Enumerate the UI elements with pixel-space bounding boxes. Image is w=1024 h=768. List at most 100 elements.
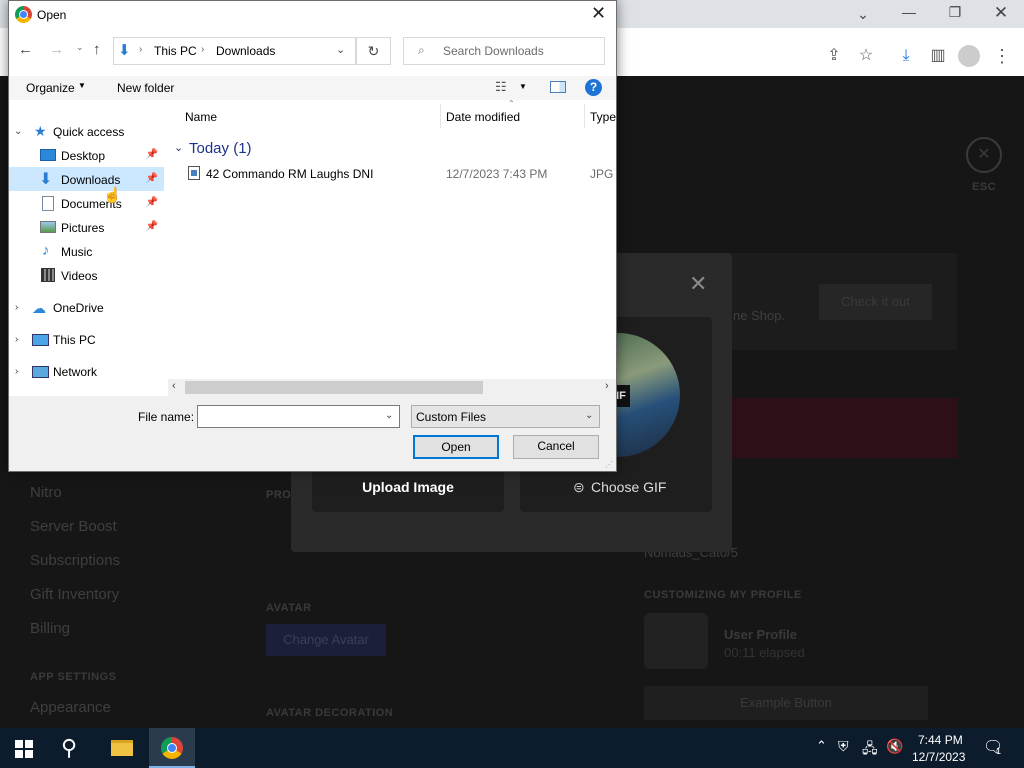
filename-input[interactable] [197, 405, 400, 428]
nav-item-music[interactable]: ♪ Music [9, 239, 164, 263]
resize-grip-icon[interactable]: ⋰ [605, 460, 613, 469]
search-taskbar-icon[interactable]: ⚲ [61, 735, 77, 761]
shop-text: ne Shop. [733, 308, 786, 323]
check-it-out-button[interactable]: Check it out [819, 284, 932, 320]
nav-item-downloads[interactable]: ⬇ Downloads 📌 [9, 167, 164, 191]
filename-dropdown-icon[interactable]: ⌄ [385, 410, 393, 421]
search-icon: ⌕ [418, 43, 425, 57]
modal-close-icon[interactable]: ✕ [689, 271, 707, 297]
menu-icon[interactable]: ⋮ [990, 44, 1014, 68]
column-type[interactable]: Type [590, 110, 616, 124]
new-folder-button[interactable]: New folder [117, 81, 174, 95]
expand-chevron-icon[interactable]: › [15, 302, 18, 313]
up-arrow-icon[interactable]: ↑ [93, 41, 101, 58]
refresh-icon[interactable]: ↻ [356, 37, 391, 65]
help-icon[interactable]: ? [585, 79, 602, 96]
sidebar-item-subscriptions[interactable]: Subscriptions [30, 552, 120, 569]
scroll-left-icon[interactable]: ‹ [172, 380, 176, 392]
quick-access-star-icon: ★ [34, 123, 47, 139]
nav-item-documents[interactable]: Documents 📌 [9, 191, 164, 215]
profile-header: PRO [266, 489, 292, 501]
dialog-title: Open [37, 8, 67, 22]
breadcrumb-this-pc[interactable]: This PC [154, 44, 197, 58]
nav-item-label: Desktop [61, 149, 106, 163]
nav-item-pictures[interactable]: Pictures 📌 [9, 215, 164, 239]
security-icon[interactable]: ⛨ [838, 738, 849, 755]
user-profile-label: User Profile [724, 627, 797, 642]
sidebar-item-gift-inventory[interactable]: Gift Inventory [30, 586, 119, 603]
expand-chevron-icon[interactable]: › [15, 366, 18, 377]
profile-avatar[interactable] [958, 45, 980, 67]
open-button[interactable]: Open [413, 435, 499, 459]
file-row[interactable]: 42 Commando RM Laughs DNI 12/7/2023 7:43… [175, 162, 615, 184]
preview-pane-icon[interactable] [550, 81, 566, 93]
nav-onedrive[interactable]: OneDrive [53, 301, 104, 315]
filetype-dropdown-icon[interactable]: ⌄ [585, 410, 593, 421]
side-panel-icon[interactable]: ▥ [926, 44, 950, 68]
recent-dropdown-icon[interactable]: ⌄ [76, 42, 84, 53]
nav-item-label: Videos [61, 269, 98, 283]
tab-search-icon[interactable]: ⌄ [840, 6, 886, 23]
forward-arrow-icon[interactable]: → [49, 41, 64, 58]
network-icon [32, 366, 49, 378]
pictures-icon [40, 221, 56, 233]
view-dropdown-icon[interactable]: ▼ [519, 82, 527, 91]
choose-gif-label: Choose GIF [591, 479, 667, 495]
bookmark-star-icon[interactable]: ☆ [854, 44, 878, 68]
organize-menu[interactable]: Organize [26, 81, 75, 95]
clock-time[interactable]: 7:44 PM [918, 733, 963, 747]
dialog-close-button[interactable]: ✕ [591, 3, 606, 24]
app-settings-header: APP SETTINGS [30, 671, 117, 683]
pin-icon: 📌 [145, 173, 158, 184]
nav-this-pc[interactable]: This PC [53, 333, 96, 347]
windows-start-icon[interactable] [15, 740, 33, 758]
sidebar-item-billing[interactable]: Billing [30, 620, 70, 637]
file-type: JPG F [590, 167, 615, 181]
view-options-icon[interactable]: ☷ [495, 79, 507, 95]
sidebar-item-nitro[interactable]: Nitro [30, 484, 62, 501]
download-icon[interactable]: ⤓ [894, 44, 918, 68]
breadcrumb-downloads[interactable]: Downloads [216, 44, 275, 58]
close-window-button[interactable]: ✕ [978, 3, 1024, 23]
file-name: 42 Commando RM Laughs DNI [206, 167, 374, 181]
restore-button[interactable]: ❐ [932, 4, 978, 21]
onedrive-cloud-icon: ☁ [32, 300, 46, 316]
esc-label: ESC [972, 181, 997, 193]
nav-item-desktop[interactable]: Desktop 📌 [9, 143, 164, 167]
column-name[interactable]: Name [185, 110, 217, 124]
this-pc-icon [32, 334, 49, 346]
scroll-right-icon[interactable]: › [605, 380, 609, 392]
address-dropdown-icon[interactable]: ⌄ [336, 43, 345, 56]
sidebar-item-server-boost[interactable]: Server Boost [30, 518, 117, 535]
nav-quick-access[interactable]: Quick access [53, 125, 124, 139]
volume-muted-icon[interactable]: 🔇 [886, 738, 903, 755]
cancel-button[interactable]: Cancel [513, 435, 599, 459]
scrollbar-thumb[interactable] [185, 381, 483, 394]
nav-item-label: Music [61, 245, 93, 259]
back-arrow-icon[interactable]: ← [18, 41, 33, 58]
nav-item-videos[interactable]: Videos [9, 263, 164, 287]
profile-preview-image [644, 613, 708, 669]
close-settings-icon[interactable]: ✕ [966, 137, 1002, 173]
jpg-file-icon [188, 166, 200, 180]
column-date-modified[interactable]: Date modified [446, 110, 520, 124]
sidebar-item-appearance[interactable]: Appearance [30, 699, 111, 716]
example-button[interactable]: Example Button [644, 686, 928, 720]
file-date: 12/7/2023 7:43 PM [446, 167, 548, 181]
change-avatar-button[interactable]: Change Avatar [266, 624, 386, 656]
pin-icon: 📌 [145, 221, 158, 232]
share-icon[interactable]: ⇪ [822, 44, 846, 68]
expand-chevron-icon[interactable]: ⌄ [14, 126, 22, 137]
minimize-button[interactable]: — [886, 4, 932, 20]
expand-chevron-icon[interactable]: › [15, 334, 18, 345]
group-collapse-icon[interactable]: ⌄ [174, 141, 183, 154]
show-hidden-icons[interactable]: ⌃ [816, 738, 827, 754]
clock-date[interactable]: 12/7/2023 [912, 750, 965, 764]
network-tray-icon[interactable]: 🖧 [862, 738, 878, 762]
file-explorer-icon[interactable] [111, 740, 133, 756]
chrome-taskbar-icon [161, 737, 183, 759]
breadcrumb-chevron-icon: › [139, 44, 143, 55]
group-header-today: Today (1) [189, 140, 252, 157]
nav-network[interactable]: Network [53, 365, 97, 379]
organize-dropdown-icon[interactable]: ▼ [78, 81, 86, 90]
